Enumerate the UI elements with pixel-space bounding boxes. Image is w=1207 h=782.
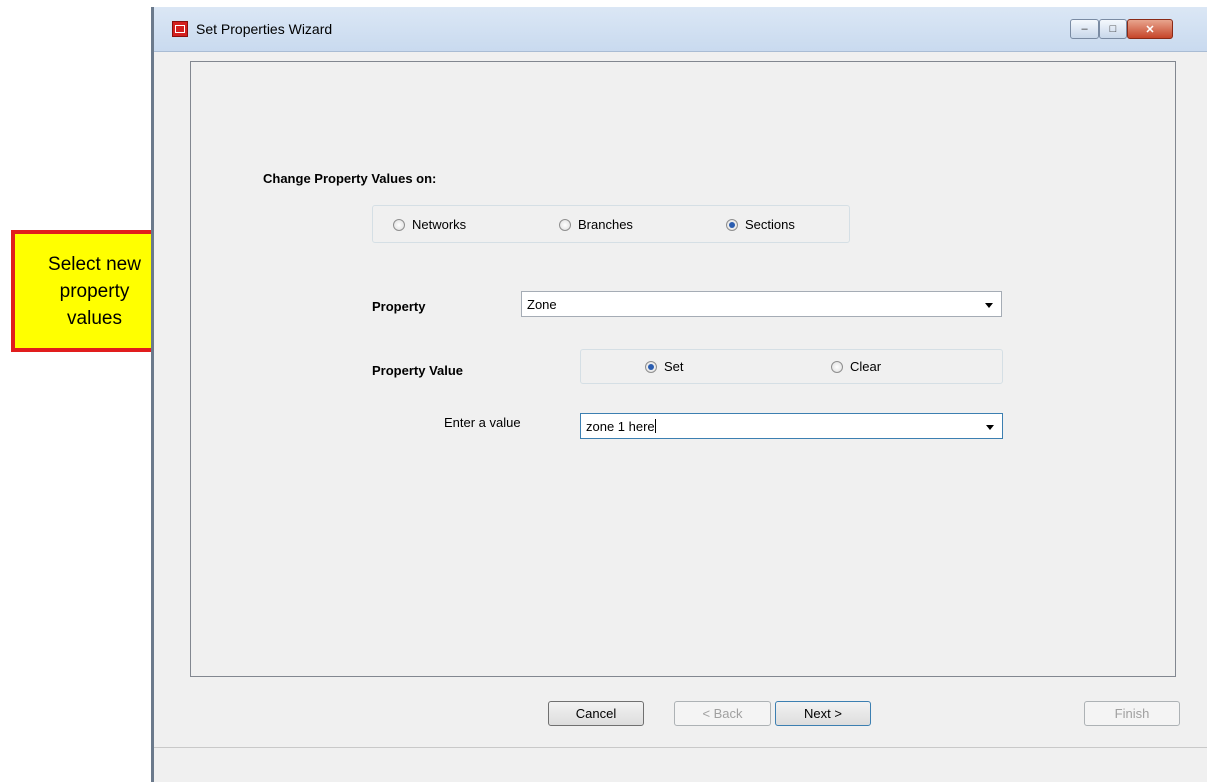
wizard-page-panel: Change Property Values on: Networks Bran… [190,61,1176,677]
radio-branches-indicator [559,218,571,231]
radio-set-label: Set [664,359,684,374]
radio-set[interactable]: Set [645,359,684,374]
value-mode-radio-group: Set Clear [580,349,1003,384]
back-button[interactable]: < Back [674,701,771,726]
radio-set-indicator [645,360,657,373]
radio-networks-indicator [393,218,405,231]
minimize-icon: – [1081,23,1088,35]
radio-sections[interactable]: Sections [726,217,795,232]
callout-line-3: values [67,307,122,329]
close-icon: ✕ [1145,23,1155,36]
radio-branches[interactable]: Branches [559,217,633,232]
enter-value-label: Enter a value [444,415,521,430]
radio-networks-label: Networks [412,217,467,232]
value-combo-text-content: zone 1 here [586,419,655,434]
next-button[interactable]: Next > [775,701,871,726]
property-label: Property [372,299,426,314]
title-bar[interactable]: Set Properties Wizard – □ ✕ [154,7,1207,52]
finish-button[interactable]: Finish [1084,701,1180,726]
text-cursor [654,419,656,433]
property-value-label: Property Value [372,363,464,378]
callout-line-1: Select new [48,253,141,275]
maximize-button[interactable]: □ [1099,19,1127,39]
radio-networks[interactable]: Networks [393,217,466,232]
radio-clear-indicator [831,360,843,373]
cancel-button[interactable]: Cancel [548,701,644,726]
maximize-icon: □ [1109,23,1117,35]
wizard-window: Set Properties Wizard – □ ✕ Change Prope… [151,7,1207,782]
target-radio-group: Networks Branches Sections [372,205,850,243]
radio-sections-label: Sections [745,217,795,232]
property-dropdown[interactable]: Zone [521,291,1002,317]
radio-branches-label: Branches [578,217,633,232]
window-title: Set Properties Wizard [196,21,333,37]
chevron-down-icon[interactable] [986,425,994,430]
callout-line-2: property [59,280,130,302]
property-dropdown-value: Zone [527,297,557,312]
chevron-down-icon[interactable] [985,303,993,308]
minimize-button[interactable]: – [1070,19,1099,39]
status-bar [154,747,1207,782]
radio-clear-label: Clear [850,359,882,374]
value-combo-input[interactable]: zone 1 here [580,413,1003,439]
close-button[interactable]: ✕ [1127,19,1173,39]
change-on-label: Change Property Values on: [263,171,437,186]
radio-sections-indicator [726,218,738,231]
app-icon [172,21,188,37]
value-combo-text: zone 1 here [586,419,656,434]
radio-clear[interactable]: Clear [831,359,881,374]
